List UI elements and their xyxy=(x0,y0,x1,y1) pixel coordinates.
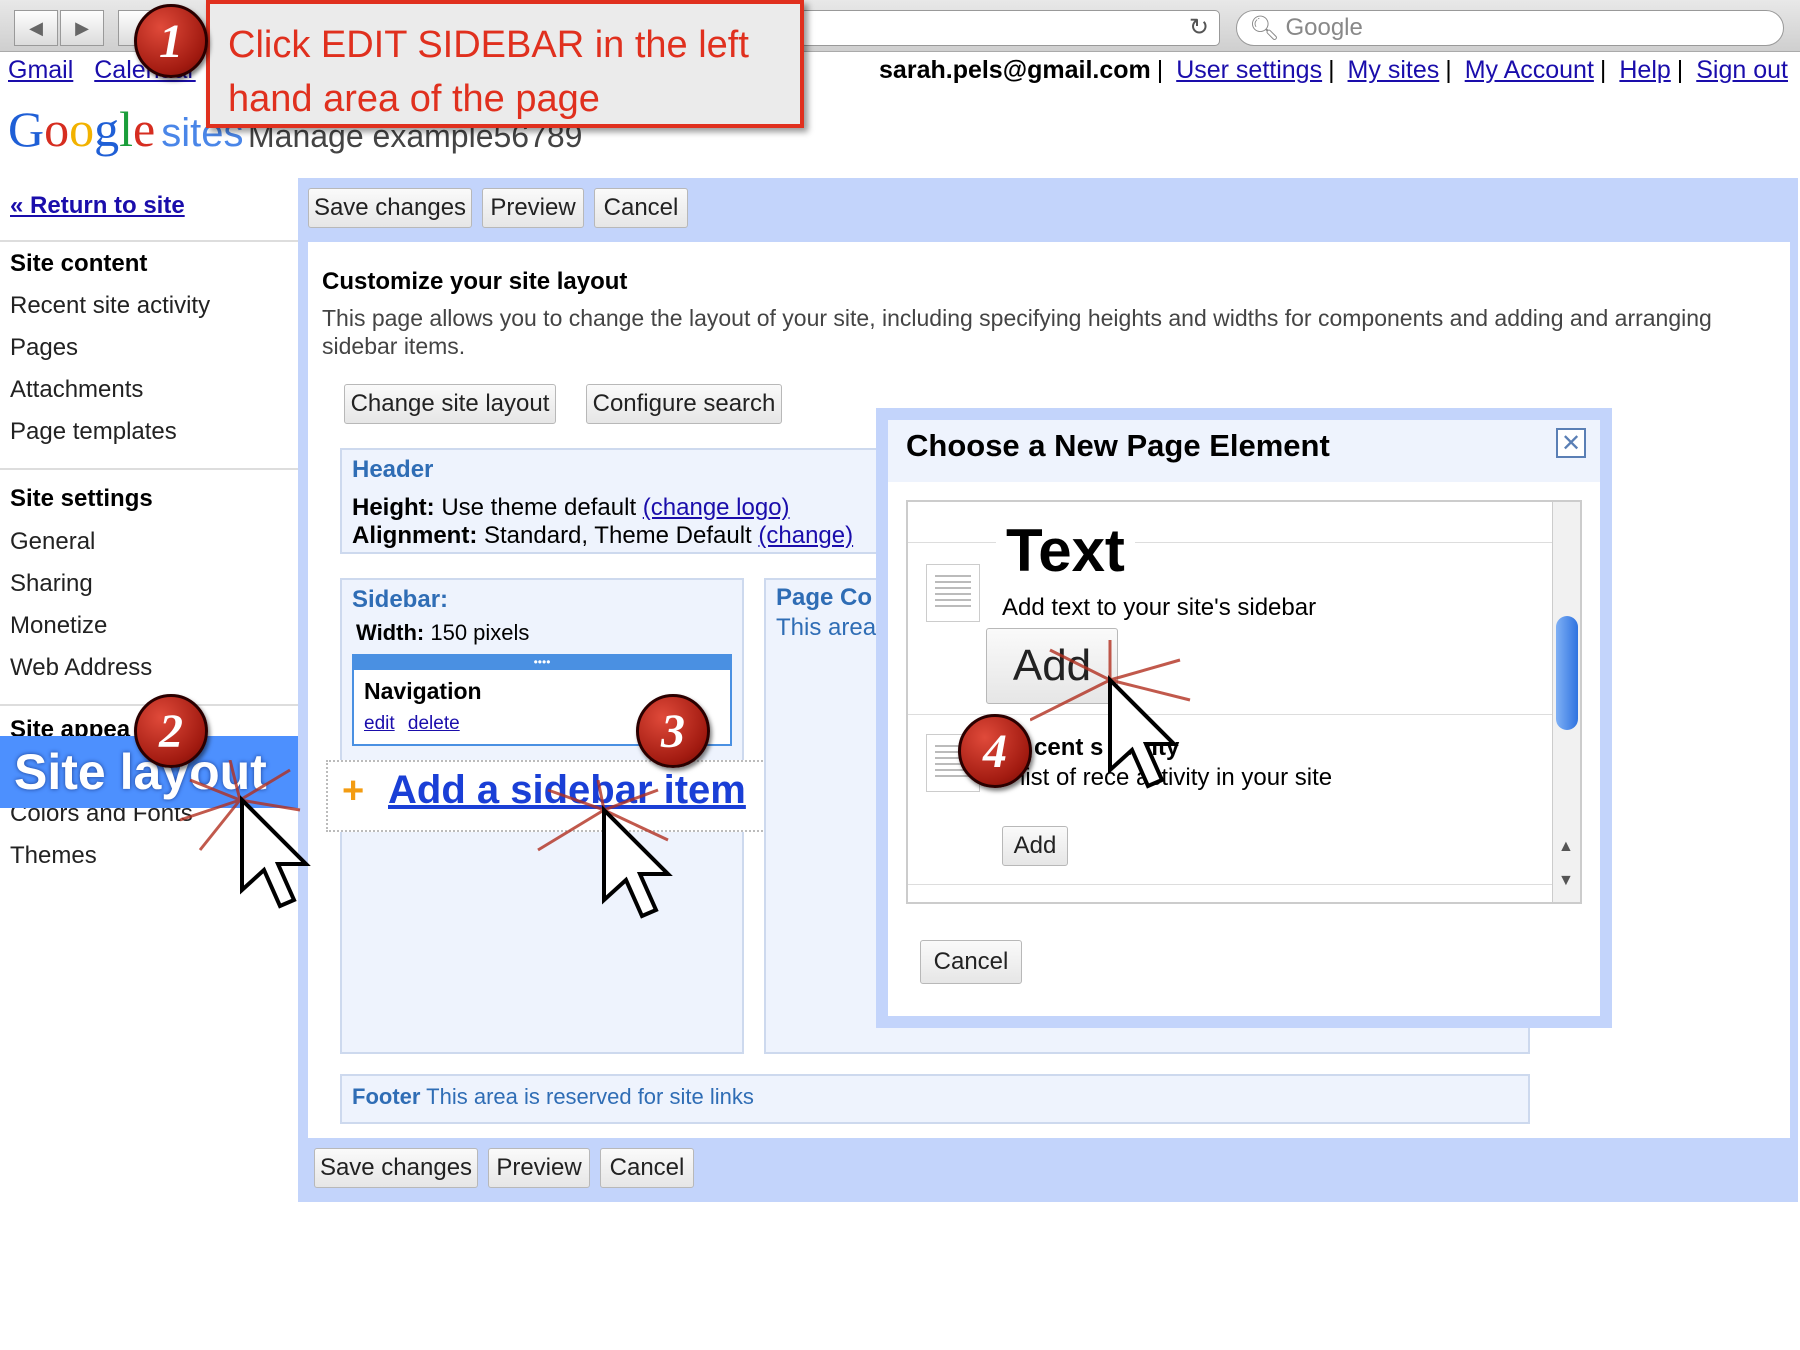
back-arrow-icon: ◀ xyxy=(29,17,43,38)
text-element-thumbnail-icon xyxy=(926,564,980,622)
alignment-label: Alignment: xyxy=(352,522,478,549)
nav-recent-site-activity[interactable]: Recent site activity xyxy=(10,292,210,320)
page-content-desc: This area xyxy=(776,614,877,641)
drag-handle[interactable]: •••• xyxy=(354,656,730,670)
user-email: sarah.pels@gmail.com xyxy=(879,56,1151,84)
footer-row: Footer This area is reserved for site li… xyxy=(352,1084,754,1110)
site-content-heading: Site content xyxy=(10,250,148,277)
click-cursor-icon xyxy=(537,780,673,919)
nav-general[interactable]: General xyxy=(10,528,95,556)
save-changes-button-top[interactable]: Save changes xyxy=(308,188,472,228)
my-sites-link[interactable]: My sites xyxy=(1348,56,1440,84)
configure-search-button[interactable]: Configure search xyxy=(586,384,782,424)
reload-icon[interactable]: ↻ xyxy=(1189,13,1209,42)
header-alignment-row: Alignment: Standard, Theme Default (chan… xyxy=(352,522,853,550)
preview-button-bottom[interactable]: Preview xyxy=(488,1148,590,1188)
forward-button[interactable]: ▶ xyxy=(60,10,104,46)
nav-attachments[interactable]: Attachments xyxy=(10,376,143,404)
nav-themes[interactable]: Themes xyxy=(10,842,97,870)
browser-search-input[interactable]: 🔍︎ Google xyxy=(1236,10,1784,46)
scroll-up-icon[interactable]: ▲ xyxy=(1558,838,1574,856)
change-alignment-link[interactable]: (change) xyxy=(758,522,853,549)
help-link[interactable]: Help xyxy=(1619,56,1670,84)
change-logo-link[interactable]: (change logo) xyxy=(643,494,790,521)
return-to-site-link[interactable]: « Return to site xyxy=(10,192,185,220)
sidebar-width-row: Width: 150 pixels xyxy=(356,620,529,646)
section-title: Customize your site layout xyxy=(322,268,628,295)
text-element-desc: Add text to your site's sidebar xyxy=(1002,594,1317,621)
cancel-button-top[interactable]: Cancel xyxy=(594,188,688,228)
back-button[interactable]: ◀ xyxy=(14,10,58,46)
url-bar[interactable]: ↻ xyxy=(800,10,1220,46)
divider xyxy=(0,468,298,470)
nav-monetize[interactable]: Monetize xyxy=(10,612,107,640)
close-icon[interactable]: ✕ xyxy=(1556,428,1586,458)
nav-web-address[interactable]: Web Address xyxy=(10,654,152,682)
forward-arrow-icon: ▶ xyxy=(75,17,89,38)
width-label: Width: xyxy=(356,620,425,645)
click-cursor-icon xyxy=(179,760,311,909)
width-value: 150 pixels xyxy=(430,620,530,645)
section-description: This page allows you to change the layou… xyxy=(322,305,1712,359)
nav-sharing[interactable]: Sharing xyxy=(10,570,93,598)
alignment-value: Standard, Theme Default xyxy=(484,522,752,549)
add-recent-activity-button[interactable]: Add xyxy=(1002,826,1068,866)
dialog-cancel-button[interactable]: Cancel xyxy=(920,940,1022,984)
height-label: Height: xyxy=(352,494,435,521)
user-settings-link[interactable]: User settings xyxy=(1176,56,1322,84)
save-changes-button-bottom[interactable]: Save changes xyxy=(314,1148,478,1188)
step-badge-2: 2 xyxy=(134,694,208,768)
page-content-title: Page Co xyxy=(776,584,873,611)
step-badge-3: 3 xyxy=(636,694,710,768)
dialog-title: Choose a New Page Element xyxy=(906,428,1330,463)
text-element-title: Text xyxy=(996,516,1135,585)
header-height-row: Height: Use theme default (change logo) xyxy=(352,494,790,522)
site-settings-heading: Site settings xyxy=(10,485,153,512)
preview-button-top[interactable]: Preview xyxy=(482,188,584,228)
divider xyxy=(908,884,1552,885)
sidebar-box-title: Sidebar: xyxy=(352,586,449,613)
edit-link[interactable]: edit xyxy=(364,713,395,734)
instruction-callout: Click EDIT SIDEBAR in the left hand area… xyxy=(206,0,804,128)
step-badge-1: 1 xyxy=(134,4,208,78)
nav-page-templates[interactable]: Page templates xyxy=(10,418,177,446)
header-box-title: Header xyxy=(352,456,434,483)
gmail-link[interactable]: Gmail xyxy=(8,56,73,84)
search-placeholder: Google xyxy=(1285,14,1363,41)
click-cursor-icon xyxy=(1030,640,1191,789)
delete-link[interactable]: delete xyxy=(408,713,460,734)
divider xyxy=(0,240,298,242)
plus-icon: + xyxy=(342,770,365,812)
nav-pages[interactable]: Pages xyxy=(10,334,78,362)
my-account-link[interactable]: My Account xyxy=(1465,56,1594,84)
cancel-button-bottom[interactable]: Cancel xyxy=(600,1148,694,1188)
step-badge-4: 4 xyxy=(958,714,1032,788)
footer-title: Footer xyxy=(352,1084,421,1109)
change-site-layout-button[interactable]: Change site layout xyxy=(344,384,556,424)
search-icon: 🔍︎ xyxy=(1249,14,1280,42)
scroll-down-icon[interactable]: ▼ xyxy=(1558,872,1574,890)
footer-desc: This area is reserved for site links xyxy=(426,1084,754,1109)
scrollbar-thumb[interactable] xyxy=(1556,616,1578,730)
height-value: Use theme default xyxy=(441,494,637,521)
sign-out-link[interactable]: Sign out xyxy=(1696,56,1788,84)
